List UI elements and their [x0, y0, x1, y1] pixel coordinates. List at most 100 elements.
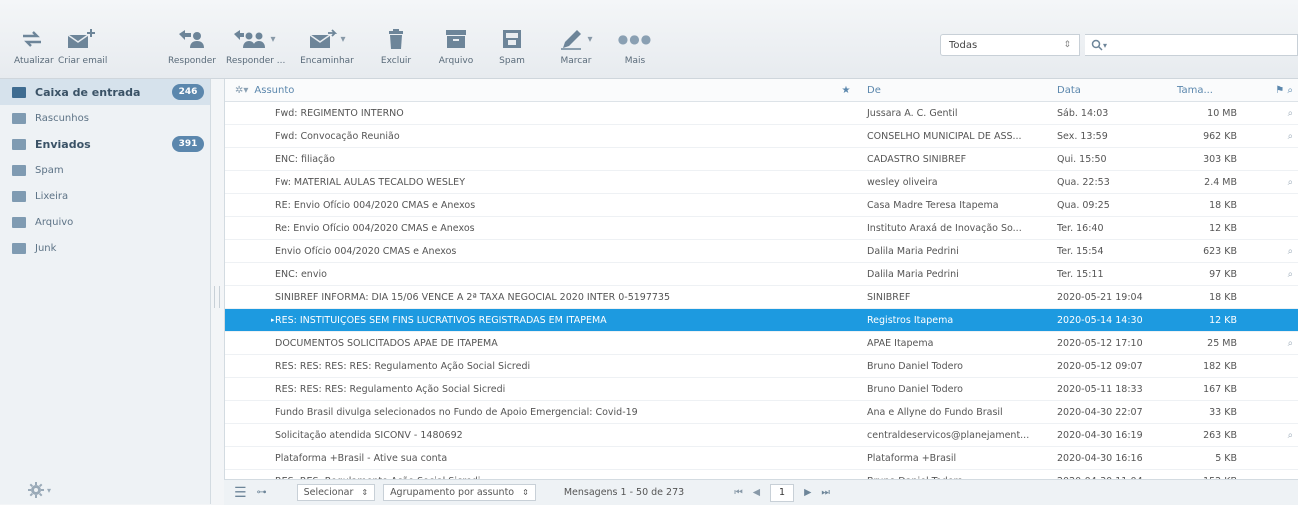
- message-row[interactable]: Fwd: REGIMENTO INTERNO Jussara A. C. Gent…: [225, 102, 1298, 125]
- message-size: 18 KB: [1209, 291, 1237, 303]
- message-from: Bruno Daniel Todero: [867, 383, 963, 395]
- settings-button[interactable]: ▾: [28, 482, 51, 498]
- compose-button[interactable]: Criar email: [58, 26, 107, 74]
- attachment-column-header[interactable]: ⚑ ⌕: [1253, 85, 1298, 96]
- sidebar-resize-handle[interactable]: [214, 286, 220, 308]
- mark-label: Marcar: [560, 56, 592, 66]
- message-subject: Fwd: REGIMENTO INTERNO: [225, 108, 837, 119]
- delete-button[interactable]: Excluir: [376, 26, 416, 74]
- mark-button[interactable]: ▾ Marcar: [556, 26, 596, 74]
- list-view-icon[interactable]: ☰: [234, 485, 247, 501]
- size-column-header[interactable]: Tama...: [1169, 85, 1253, 96]
- more-dots-icon: ●●●: [617, 32, 653, 46]
- message-from: Instituto Araxá de Inovação So...: [867, 222, 1022, 234]
- reply-all-button[interactable]: ▾ Responder ...: [226, 26, 285, 74]
- message-date: Qui. 15:50: [1057, 153, 1107, 165]
- search-input[interactable]: [1113, 38, 1278, 52]
- message-date: 2020-05-14 14:30: [1057, 314, 1143, 326]
- last-page-icon[interactable]: ⏭: [821, 487, 830, 498]
- message-subject-text: ENC: filiação: [275, 153, 335, 165]
- flag-column-header[interactable]: ★: [837, 85, 855, 96]
- folder-name: Caixa de entrada: [35, 85, 141, 99]
- message-row[interactable]: RE: Envio Ofício 004/2020 CMAS e Anexos C…: [225, 194, 1298, 217]
- message-from: Dalila Maria Pedrini: [867, 268, 959, 280]
- archive-button[interactable]: Arquivo: [436, 26, 476, 74]
- message-subject: Plataforma +Brasil - Ative sua conta: [225, 453, 837, 464]
- chevron-down-icon[interactable]: ▾: [270, 34, 275, 45]
- message-subject: Envio Ofício 004/2020 CMAS e Anexos: [225, 246, 837, 257]
- message-row[interactable]: ENC: filiação CADASTRO SINIBREF Qui. 15:50…: [225, 148, 1298, 171]
- date-column-header[interactable]: Data: [1049, 85, 1169, 96]
- subject-column-header[interactable]: ✲▾ Assunto: [225, 85, 837, 96]
- message-rows: Fwd: REGIMENTO INTERNO Jussara A. C. Gent…: [225, 102, 1298, 493]
- folder-item[interactable]: Junk: [0, 235, 210, 261]
- message-date: Qua. 09:25: [1057, 199, 1110, 211]
- message-row[interactable]: Solicitação atendida SICONV - 1480692 cen…: [225, 424, 1298, 447]
- search-options-icon[interactable]: ▾: [1103, 41, 1107, 50]
- unread-badge: 391: [172, 136, 204, 152]
- message-row[interactable]: RES: RES: RES: RES: Regulamento Ação Soc…: [225, 355, 1298, 378]
- paperclip-icon: ⌕: [1287, 107, 1293, 119]
- spam-button[interactable]: Spam: [494, 26, 530, 74]
- message-row[interactable]: ▸ RES: INSTITUIÇÕES SEM FINS LUCRATIVOS R…: [225, 309, 1298, 332]
- message-size: 2.4 MB: [1204, 176, 1237, 188]
- from-column-header[interactable]: De: [855, 85, 1049, 96]
- message-size: 12 KB: [1209, 314, 1237, 326]
- list-options-icon[interactable]: ✲▾: [235, 85, 248, 96]
- compose-mail-icon: [67, 29, 95, 48]
- message-row[interactable]: Fw: MATERIAL AULAS TECALDO WESLEY wesley …: [225, 171, 1298, 194]
- message-row[interactable]: Re: Envio Ofício 004/2020 CMAS e Anexos I…: [225, 217, 1298, 240]
- message-size: 263 KB: [1203, 429, 1237, 441]
- folder-item[interactable]: Lixeira: [0, 183, 210, 209]
- pencil-icon: [561, 30, 582, 50]
- threading-dropdown[interactable]: Agrupamento por assunto ⇕: [383, 484, 536, 501]
- message-from: Jussara A. C. Gentil: [867, 107, 958, 119]
- prev-page-icon[interactable]: ◀: [753, 487, 760, 498]
- message-row[interactable]: ENC: envio Dalila Maria Pedrini Ter. 15:11…: [225, 263, 1298, 286]
- search-filter-select[interactable]: Todas ⇕: [940, 34, 1080, 56]
- first-page-icon[interactable]: ⏮: [734, 487, 743, 498]
- more-button[interactable]: ●●● Mais: [618, 26, 652, 74]
- message-from: Registros Itapema: [867, 314, 954, 326]
- message-row[interactable]: Envio Ofício 004/2020 CMAS e Anexos Dalil…: [225, 240, 1298, 263]
- forward-button[interactable]: ▾ Encaminhar: [298, 26, 356, 74]
- message-from: Bruno Daniel Todero: [867, 360, 963, 372]
- reply-all-icon: [234, 30, 266, 48]
- chevron-down-icon[interactable]: ▾: [340, 34, 345, 45]
- search-box[interactable]: ▾: [1085, 34, 1298, 56]
- next-page-icon[interactable]: ▶: [804, 487, 811, 498]
- message-date: 2020-05-12 17:10: [1057, 337, 1143, 349]
- paperclip-icon: ⌕: [1287, 268, 1293, 280]
- message-subject: DOCUMENTOS SOLICITADOS APAE DE ITAPEMA: [225, 338, 837, 349]
- message-subject-text: Fundo Brasil divulga selecionados no Fun…: [275, 406, 638, 418]
- page-number-input[interactable]: 1: [770, 483, 795, 502]
- message-date: Ter. 16:40: [1057, 222, 1104, 234]
- folder-item[interactable]: Rascunhos: [0, 105, 210, 131]
- folder-item[interactable]: Enviados 391: [0, 131, 210, 157]
- folder-name: Rascunhos: [35, 112, 89, 124]
- message-row[interactable]: SINIBREF INFORMA: DIA 15/06 VENCE A 2ª T…: [225, 286, 1298, 309]
- message-date: 2020-05-11 18:33: [1057, 383, 1143, 395]
- thread-expand-icon[interactable]: ▸: [271, 316, 275, 324]
- message-attachment-cell: ⌕: [1253, 131, 1298, 142]
- message-subject: Fwd: Convocação Reunião: [225, 131, 837, 142]
- message-size: 5 KB: [1215, 452, 1237, 464]
- message-size: 167 KB: [1203, 383, 1237, 395]
- threads-icon[interactable]: ⊶: [257, 487, 267, 498]
- message-row[interactable]: DOCUMENTOS SOLICITADOS APAE DE ITAPEMA AP…: [225, 332, 1298, 355]
- message-row[interactable]: Plataforma +Brasil - Ative sua conta Plat…: [225, 447, 1298, 470]
- message-subject: Fw: MATERIAL AULAS TECALDO WESLEY: [225, 177, 837, 188]
- junk-folder-icon: [10, 241, 28, 255]
- folder-item[interactable]: Caixa de entrada 246: [0, 79, 210, 105]
- message-row[interactable]: Fwd: Convocação Reunião CONSELHO MUNICIPA…: [225, 125, 1298, 148]
- refresh-button[interactable]: Atualizar: [14, 26, 54, 74]
- folder-item[interactable]: Arquivo: [0, 209, 210, 235]
- chevron-down-icon[interactable]: ▾: [587, 34, 592, 45]
- select-dropdown[interactable]: Selecionar ⇕: [296, 484, 376, 501]
- folder-item[interactable]: Spam: [0, 157, 210, 183]
- message-date: 2020-04-30 22:07: [1057, 406, 1143, 418]
- message-row[interactable]: Fundo Brasil divulga selecionados no Fun…: [225, 401, 1298, 424]
- reply-button[interactable]: Responder: [168, 26, 216, 74]
- message-row[interactable]: RES: RES: RES: Regulamento Ação Social S…: [225, 378, 1298, 401]
- gear-icon: [28, 482, 44, 498]
